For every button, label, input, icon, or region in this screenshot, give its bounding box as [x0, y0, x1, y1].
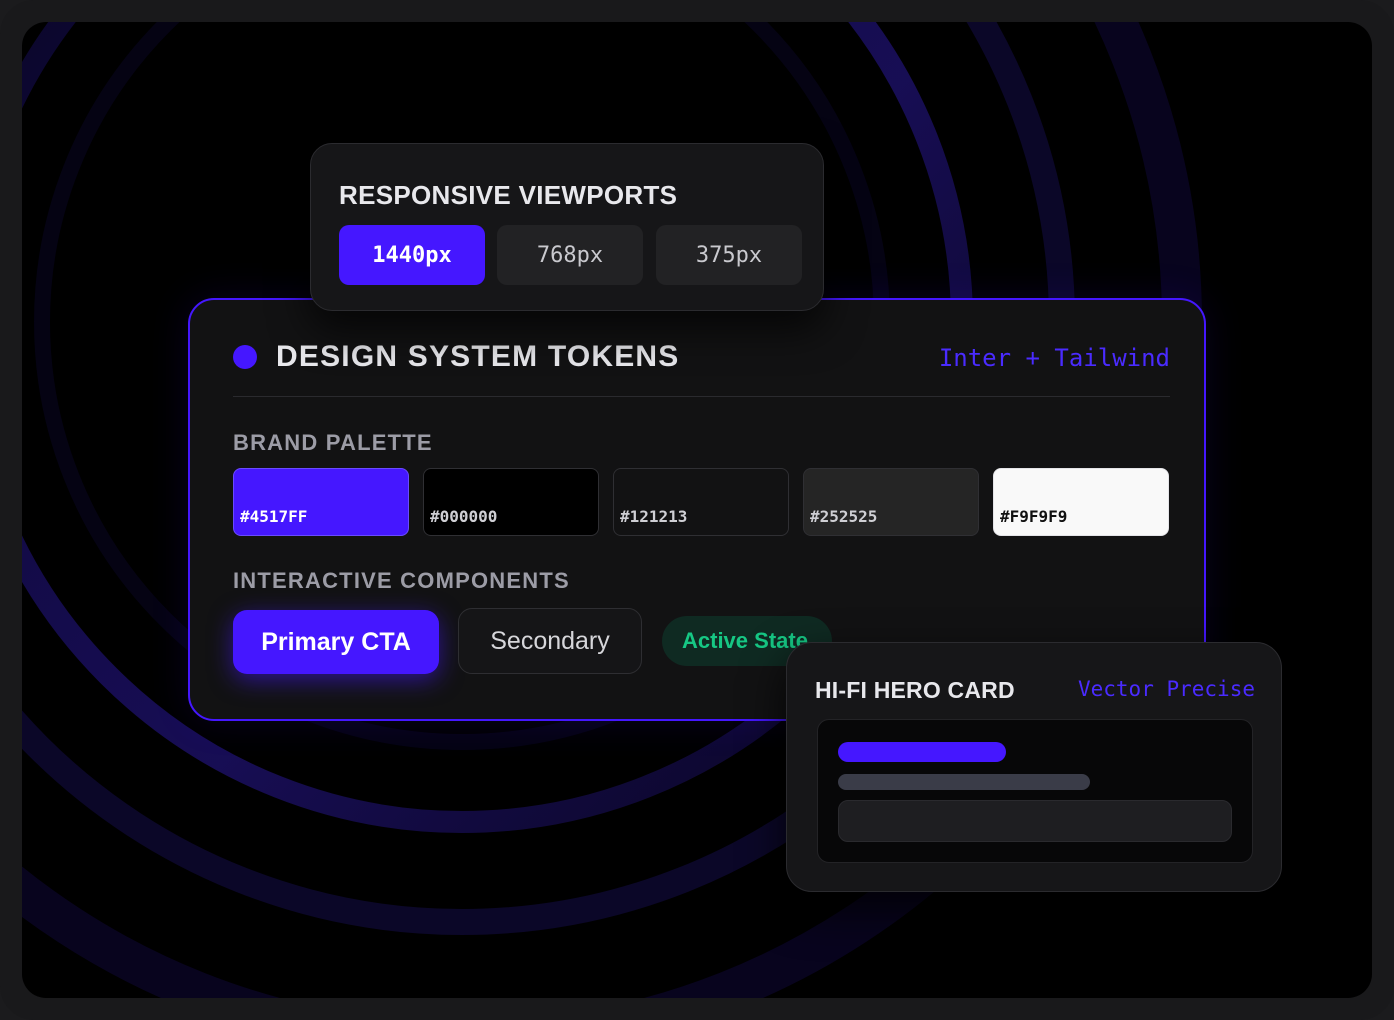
- device-frame: RESPONSIVE VIEWPORTS 1440px 768px 375px …: [0, 0, 1394, 1020]
- swatch-4517ff[interactable]: #4517FF: [233, 468, 409, 536]
- primary-cta-button[interactable]: Primary CTA: [233, 610, 439, 674]
- swatch-hex: #252525: [810, 507, 878, 526]
- viewport-1440-button[interactable]: 1440px: [339, 225, 485, 285]
- screen: RESPONSIVE VIEWPORTS 1440px 768px 375px …: [22, 22, 1372, 998]
- font-stack-label: Inter + Tailwind: [938, 344, 1170, 372]
- viewports-card: RESPONSIVE VIEWPORTS 1440px 768px 375px: [310, 143, 824, 311]
- hero-card-tag: Vector Precise: [1077, 677, 1255, 701]
- swatch-hex: #4517FF: [240, 507, 308, 526]
- swatch-252525[interactable]: #252525: [803, 468, 979, 536]
- swatch-hex: #F9F9F9: [1000, 507, 1068, 526]
- viewport-768-button[interactable]: 768px: [497, 225, 643, 285]
- hero-subtext-placeholder: [838, 774, 1090, 790]
- hero-card-title: HI-FI HERO CARD: [815, 677, 1015, 703]
- hero-heading-placeholder: [838, 742, 1006, 762]
- viewport-375-button[interactable]: 375px: [656, 225, 802, 285]
- hero-card: HI-FI HERO CARD Vector Precise: [786, 642, 1282, 892]
- palette-label: BRAND PALETTE: [233, 430, 433, 455]
- secondary-button[interactable]: Secondary: [458, 608, 642, 674]
- tokens-title: DESIGN SYSTEM TOKENS: [276, 340, 680, 373]
- swatch-121213[interactable]: #121213: [613, 468, 789, 536]
- hero-preview: [817, 719, 1253, 863]
- divider: [233, 396, 1170, 397]
- status-dot-icon: [233, 345, 257, 369]
- swatch-hex: #000000: [430, 507, 498, 526]
- components-label: INTERACTIVE COMPONENTS: [233, 568, 570, 593]
- swatch-000000[interactable]: #000000: [423, 468, 599, 536]
- swatch-f9f9f9[interactable]: #F9F9F9: [993, 468, 1169, 536]
- viewports-title: RESPONSIVE VIEWPORTS: [339, 180, 678, 210]
- hero-input-placeholder: [838, 800, 1232, 842]
- swatch-hex: #121213: [620, 507, 688, 526]
